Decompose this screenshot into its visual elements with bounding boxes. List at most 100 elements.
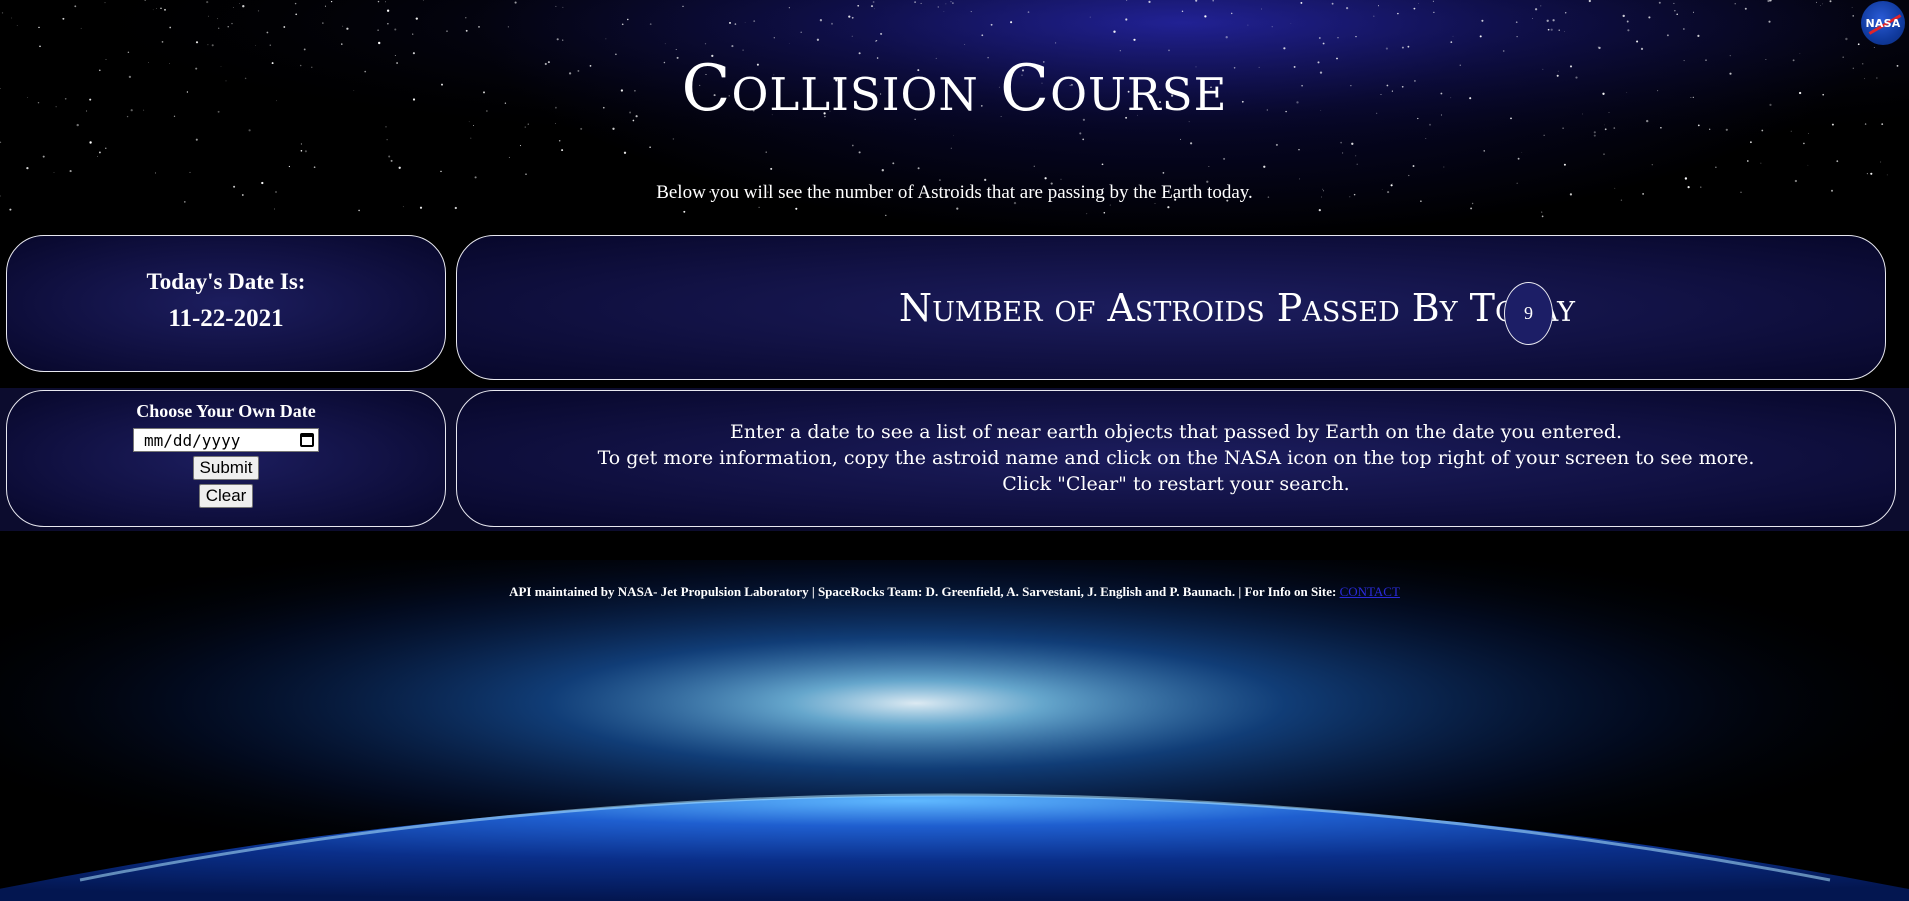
star [1373, 15, 1375, 17]
star [342, 25, 344, 27]
star [1433, 11, 1435, 13]
star [1340, 141, 1342, 144]
star [872, 1, 875, 3]
todays-date-panel: Today's Date Is: 11-22-2021 [6, 235, 446, 372]
star [1378, 5, 1379, 7]
star [11, 17, 13, 19]
star [1636, 40, 1639, 43]
star [858, 151, 861, 154]
star [38, 26, 40, 29]
star [1356, 163, 1358, 165]
star [519, 145, 522, 147]
star [744, 22, 746, 23]
star [98, 151, 101, 154]
nasa-logo-text: NASA [1865, 16, 1901, 30]
page-subtitle: Below you will see the number of Astroid… [656, 182, 1253, 203]
footer-text: API maintained by NASA- Jet Propulsion L… [509, 584, 1340, 599]
star [1807, 164, 1809, 166]
star [1275, 143, 1278, 146]
star [303, 48, 306, 51]
instructions-line-1: Enter a date to see a list of near earth… [729, 421, 1623, 443]
star [304, 150, 307, 153]
star [556, 38, 559, 41]
star [1676, 13, 1678, 15]
star [1225, 36, 1228, 39]
star [1337, 37, 1339, 39]
star [324, 5, 327, 7]
star [1873, 47, 1875, 49]
star [478, 26, 480, 28]
star [562, 39, 564, 41]
star [195, 41, 199, 44]
star [758, 206, 760, 209]
submit-button[interactable]: Submit [192, 456, 260, 480]
star [562, 6, 564, 8]
star [1318, 37, 1321, 39]
star [1355, 35, 1357, 38]
star [1761, 129, 1764, 132]
star [1060, 178, 1062, 180]
contact-link[interactable]: CONTACT [1340, 584, 1400, 599]
star [412, 33, 414, 35]
star [231, 22, 233, 25]
star [419, 206, 423, 209]
clear-button[interactable]: Clear [198, 484, 254, 508]
star [207, 44, 209, 46]
star [358, 209, 360, 212]
star [1103, 212, 1106, 214]
star [1432, 0, 1434, 2]
star [1684, 177, 1688, 180]
star [9, 208, 12, 211]
star [97, 155, 98, 157]
star [39, 45, 41, 48]
star [89, 141, 92, 144]
star [394, 28, 397, 31]
star [1483, 150, 1485, 152]
star [1750, 141, 1752, 144]
star [1651, 164, 1653, 166]
asteroid-count-panel: Number of Astroids Passed By Today 9 [456, 235, 1886, 380]
star [248, 129, 251, 132]
star [851, 16, 854, 19]
page: NASA Collision Course Below you will see… [0, 0, 1909, 901]
star [1167, 206, 1170, 209]
star [300, 150, 303, 152]
star [1541, 215, 1544, 218]
star [773, 37, 775, 39]
star [1027, 11, 1030, 13]
star [402, 206, 404, 208]
star [1479, 35, 1482, 38]
calendar-icon[interactable] [300, 433, 314, 447]
star [981, 34, 984, 37]
star [1564, 12, 1567, 14]
star [105, 147, 107, 149]
date-input-placeholder: mm/dd/yyyy [144, 430, 241, 450]
star [795, 207, 798, 210]
star [216, 18, 219, 20]
star [42, 155, 45, 158]
star [1760, 162, 1762, 164]
nasa-logo-icon[interactable]: NASA [1861, 1, 1905, 45]
star [1125, 18, 1128, 21]
star [1322, 42, 1325, 45]
date-input[interactable]: mm/dd/yyyy [133, 428, 319, 452]
star [69, 170, 72, 173]
star [1481, 19, 1484, 22]
star [558, 139, 561, 142]
star [885, 214, 887, 217]
star [1845, 37, 1848, 41]
star [970, 11, 972, 13]
star [851, 35, 853, 37]
star [1101, 163, 1104, 166]
star [74, 5, 77, 8]
star [1162, 172, 1165, 174]
star [160, 7, 162, 9]
star [880, 32, 883, 35]
star [937, 6, 940, 8]
star [729, 21, 731, 24]
star [1725, 128, 1728, 131]
star [1744, 7, 1747, 10]
star [266, 31, 269, 34]
asteroid-count-label: Number of Astroids Passed By Today [898, 286, 1575, 330]
star [1534, 8, 1538, 11]
